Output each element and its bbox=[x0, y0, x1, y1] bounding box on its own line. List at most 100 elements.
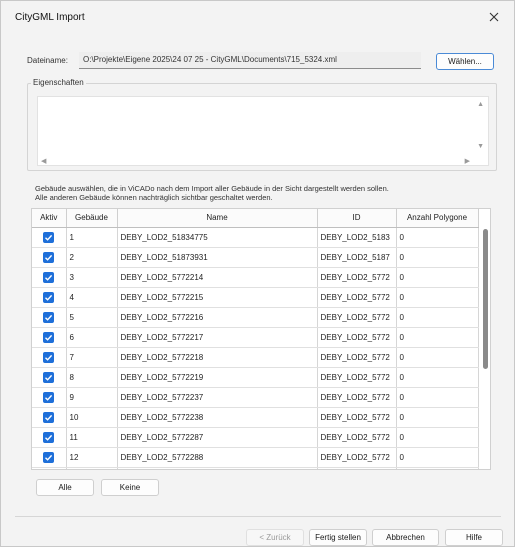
table-row[interactable]: 13DEBY_LOD2_5772289DEBY_LOD2_57720 bbox=[32, 467, 479, 469]
id-cell: DEBY_LOD2_5772 bbox=[317, 347, 397, 368]
active-cell bbox=[32, 287, 67, 308]
active-checkbox[interactable] bbox=[43, 291, 55, 303]
file-name-label: Dateiname: bbox=[27, 56, 68, 65]
polygon-count-cell: 0 bbox=[396, 347, 479, 368]
building-cell: 3 bbox=[66, 267, 118, 288]
id-cell: DEBY_LOD2_5772 bbox=[317, 387, 397, 408]
checkmark-icon bbox=[45, 314, 53, 321]
name-cell: DEBY_LOD2_5772289 bbox=[117, 467, 318, 469]
active-checkbox[interactable] bbox=[43, 271, 55, 283]
active-checkbox[interactable] bbox=[43, 451, 55, 463]
table-row[interactable]: 2 DEBY_LOD2_51873931 DEBY_LOD2_5187 0 bbox=[32, 247, 479, 268]
finish-button[interactable]: Fertig stellen bbox=[309, 529, 367, 546]
active-cell bbox=[32, 247, 67, 268]
active-cell bbox=[32, 327, 67, 348]
name-cell: DEBY_LOD2_5772218 bbox=[117, 347, 318, 368]
polygon-count-cell: 0 bbox=[396, 327, 479, 348]
active-cell bbox=[32, 467, 67, 469]
name-cell: DEBY_LOD2_5772237 bbox=[117, 387, 318, 408]
active-checkbox[interactable] bbox=[43, 251, 55, 263]
dialog-title: CityGML Import bbox=[15, 12, 85, 23]
active-checkbox[interactable] bbox=[43, 231, 55, 243]
column-header-active[interactable]: Aktiv bbox=[32, 209, 67, 228]
active-checkbox[interactable] bbox=[43, 351, 55, 363]
polygon-count-cell: 0 bbox=[396, 467, 479, 469]
table-row[interactable]: 6 DEBY_LOD2_5772217 DEBY_LOD2_5772 0 bbox=[32, 327, 479, 348]
checkmark-icon bbox=[45, 414, 53, 421]
name-cell: DEBY_LOD2_5772216 bbox=[117, 307, 318, 328]
building-cell: 13 bbox=[66, 467, 118, 469]
checkmark-icon bbox=[45, 374, 53, 381]
choose-file-button[interactable]: Wählen... bbox=[436, 53, 494, 70]
close-icon[interactable] bbox=[486, 9, 502, 25]
active-cell bbox=[32, 307, 67, 328]
checkmark-icon bbox=[45, 334, 53, 341]
scroll-left-arrow-icon[interactable]: ◀ bbox=[41, 157, 46, 165]
polygon-count-cell: 0 bbox=[396, 267, 479, 288]
active-checkbox[interactable] bbox=[43, 411, 55, 423]
scroll-up-arrow-icon[interactable]: ▲ bbox=[477, 101, 484, 108]
id-cell: DEBY_LOD2_5772 bbox=[317, 327, 397, 348]
building-cell: 10 bbox=[66, 407, 118, 428]
table-row[interactable]: 10 DEBY_LOD2_5772238 DEBY_LOD2_5772 0 bbox=[32, 407, 479, 428]
building-cell: 8 bbox=[66, 367, 118, 388]
table-row[interactable]: 3 DEBY_LOD2_5772214 DEBY_LOD2_5772 0 bbox=[32, 267, 479, 288]
checkmark-icon bbox=[45, 274, 53, 281]
scroll-right-arrow-icon[interactable]: ▶ bbox=[465, 157, 470, 165]
selection-hint-line: Alle anderen Gebäude können nachträglich… bbox=[35, 193, 273, 202]
polygon-count-cell: 0 bbox=[396, 367, 479, 388]
polygon-count-cell: 0 bbox=[396, 427, 479, 448]
active-checkbox[interactable] bbox=[43, 431, 55, 443]
building-cell: 6 bbox=[66, 327, 118, 348]
checkmark-icon bbox=[45, 454, 53, 461]
table-row[interactable]: 1 DEBY_LOD2_51834775 DEBY_LOD2_5183 0 bbox=[32, 227, 479, 248]
column-header-name[interactable]: Name bbox=[117, 209, 318, 228]
active-cell bbox=[32, 427, 67, 448]
name-cell: DEBY_LOD2_51834775 bbox=[117, 227, 318, 248]
table-row[interactable]: 8 DEBY_LOD2_5772219 DEBY_LOD2_5772 0 bbox=[32, 367, 479, 388]
building-cell: 11 bbox=[66, 427, 118, 448]
name-cell: DEBY_LOD2_5772217 bbox=[117, 327, 318, 348]
active-checkbox[interactable] bbox=[43, 371, 55, 383]
cancel-button[interactable]: Abbrechen bbox=[372, 529, 439, 546]
id-cell: DEBY_LOD2_5183 bbox=[317, 227, 397, 248]
building-cell: 2 bbox=[66, 247, 118, 268]
help-button[interactable]: Hilfe bbox=[445, 529, 503, 546]
table-row[interactable]: 7 DEBY_LOD2_5772218 DEBY_LOD2_5772 0 bbox=[32, 347, 479, 368]
file-path-field: O:\Projekte\Eigene 2025\24 07 25 - CityG… bbox=[79, 52, 421, 69]
id-cell: DEBY_LOD2_5772 bbox=[317, 307, 397, 328]
id-cell: DEBY_LOD2_5772 bbox=[317, 467, 397, 469]
table-row[interactable]: 9 DEBY_LOD2_5772237 DEBY_LOD2_5772 0 bbox=[32, 387, 479, 408]
active-checkbox[interactable] bbox=[43, 311, 55, 323]
checkmark-icon bbox=[45, 354, 53, 361]
checkmark-icon bbox=[45, 294, 53, 301]
name-cell: DEBY_LOD2_5772287 bbox=[117, 427, 318, 448]
polygon-count-cell: 0 bbox=[396, 227, 479, 248]
column-header-polygon-count[interactable]: Anzahl Polygone bbox=[396, 209, 479, 228]
active-cell bbox=[32, 407, 67, 428]
id-cell: DEBY_LOD2_5772 bbox=[317, 367, 397, 388]
building-cell: 9 bbox=[66, 387, 118, 408]
properties-box: ▲ ▼ ◀ ▶ bbox=[37, 96, 489, 166]
table-scrollbar[interactable] bbox=[483, 229, 488, 369]
table-row[interactable]: 12 DEBY_LOD2_5772288 DEBY_LOD2_5772 0 bbox=[32, 447, 479, 468]
active-checkbox[interactable] bbox=[43, 391, 55, 403]
table-row[interactable]: 11 DEBY_LOD2_5772287 DEBY_LOD2_5772 0 bbox=[32, 427, 479, 448]
checkmark-icon bbox=[45, 234, 53, 241]
scroll-down-arrow-icon[interactable]: ▼ bbox=[477, 143, 484, 150]
table-row[interactable]: 5 DEBY_LOD2_5772216 DEBY_LOD2_5772 0 bbox=[32, 307, 479, 328]
name-cell: DEBY_LOD2_5772238 bbox=[117, 407, 318, 428]
active-cell bbox=[32, 227, 67, 248]
buildings-table: Aktiv Gebäude Name ID Anzahl Polygone 1D… bbox=[31, 208, 491, 470]
select-none-button[interactable]: Keine bbox=[101, 479, 159, 496]
active-cell bbox=[32, 367, 67, 388]
column-header-building[interactable]: Gebäude bbox=[66, 209, 118, 228]
back-button[interactable]: < Zurück bbox=[246, 529, 304, 546]
polygon-count-cell: 0 bbox=[396, 387, 479, 408]
active-checkbox[interactable] bbox=[43, 331, 55, 343]
id-cell: DEBY_LOD2_5772 bbox=[317, 267, 397, 288]
id-cell: DEBY_LOD2_5772 bbox=[317, 407, 397, 428]
table-row[interactable]: 4 DEBY_LOD2_5772215 DEBY_LOD2_5772 0 bbox=[32, 287, 479, 308]
select-all-button[interactable]: Alle bbox=[36, 479, 94, 496]
column-header-id[interactable]: ID bbox=[317, 209, 397, 228]
